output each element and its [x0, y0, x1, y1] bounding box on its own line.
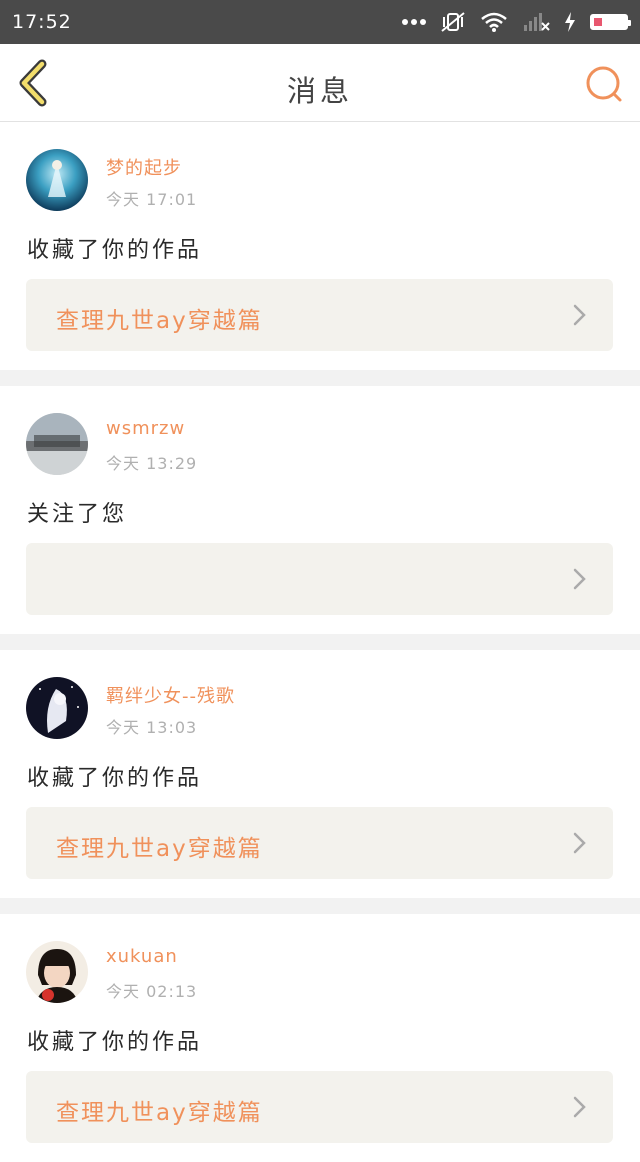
message-card: wsmrzw 今天 13:29 关注了您: [0, 386, 640, 634]
signal-no-sim-icon: [522, 11, 550, 33]
timestamp: 今天 13:29: [106, 454, 198, 473]
avatar[interactable]: [26, 941, 88, 1003]
timestamp: 今天 02:13: [106, 982, 198, 1001]
action-text: 关注了您: [27, 502, 128, 527]
message-card: 梦的起步 今天 17:01 收藏了你的作品 查理九世ay穿越篇: [0, 122, 640, 370]
work-link[interactable]: 查理九世ay穿越篇: [26, 1071, 613, 1143]
work-link[interactable]: 查理九世ay穿越篇: [26, 807, 613, 879]
message-card: 羁绊少女--残歌 今天 13:03 收藏了你的作品 查理九世ay穿越篇: [0, 650, 640, 898]
status-time: 17:52: [12, 11, 72, 33]
username[interactable]: 梦的起步: [106, 154, 182, 180]
avatar[interactable]: [26, 149, 88, 211]
search-icon: [586, 66, 622, 102]
username[interactable]: wsmrzw: [106, 418, 185, 439]
work-title: 查理九世ay穿越篇: [56, 836, 263, 862]
page-title: 消息: [286, 74, 353, 108]
work-title: 查理九世ay穿越篇: [56, 308, 263, 334]
chevron-right-icon: [573, 568, 586, 590]
action-text: 收藏了你的作品: [27, 1030, 203, 1055]
timestamp: 今天 13:03: [106, 718, 198, 737]
charging-icon: [564, 12, 576, 32]
nav-bar: 消息: [0, 44, 640, 122]
avatar[interactable]: [26, 413, 88, 475]
status-icons: [402, 11, 631, 33]
chevron-right-icon: [573, 304, 586, 326]
work-link[interactable]: [26, 543, 613, 615]
action-text: 收藏了你的作品: [27, 766, 203, 791]
username[interactable]: xukuan: [106, 946, 178, 967]
work-link[interactable]: 查理九世ay穿越篇: [26, 279, 613, 351]
chevron-right-icon: [573, 1096, 586, 1118]
more-dots-icon: [402, 18, 426, 26]
message-card: xukuan 今天 02:13 收藏了你的作品 查理九世ay穿越篇: [0, 914, 640, 1162]
vibrate-off-icon: [440, 11, 466, 33]
battery-icon: [590, 14, 631, 30]
username[interactable]: 羁绊少女--残歌: [106, 682, 235, 708]
action-text: 收藏了你的作品: [27, 238, 203, 263]
search-button[interactable]: [584, 64, 624, 104]
wifi-icon: [480, 11, 508, 33]
battery-level: [594, 18, 602, 26]
timestamp: 今天 17:01: [106, 190, 198, 209]
chevron-right-icon: [573, 832, 586, 854]
status-bar: 17:52: [0, 0, 640, 44]
work-title: 查理九世ay穿越篇: [56, 1100, 263, 1126]
avatar[interactable]: [26, 677, 88, 739]
